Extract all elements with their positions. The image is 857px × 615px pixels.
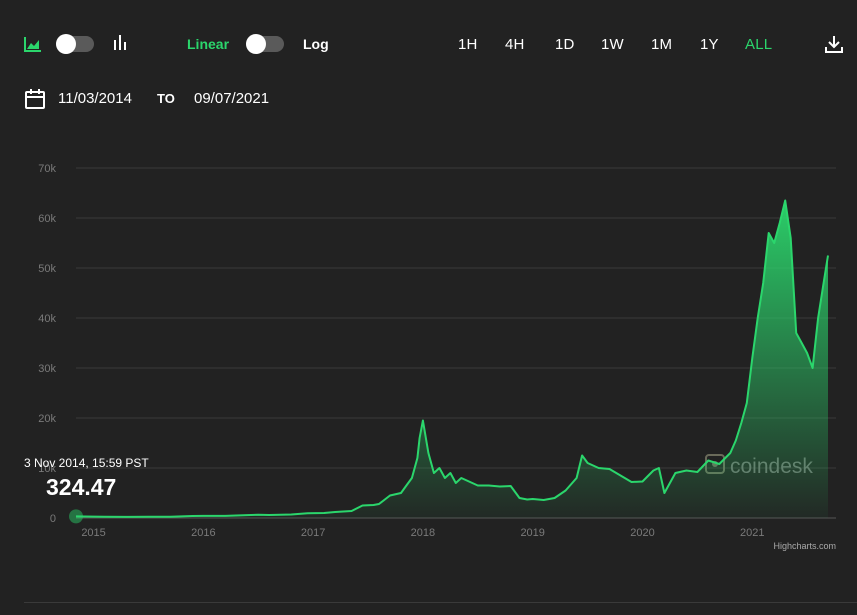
tooltip-price: 324.47 [46,474,117,500]
y-tick-label: 20k [38,413,56,425]
range-4h-button[interactable]: 4H [505,36,525,53]
chart-toolbar: Linear Log 1H 4H 1D 1W 1M 1Y ALL [0,0,857,90]
price-chart[interactable]: 010k20k30k40k50k60k70k 2015 2016 2017 2018 2… [0,140,857,560]
download-icon[interactable] [824,34,844,54]
x-tick-label: 2019 [520,527,544,539]
tooltip-date: 3 Nov 2014, 15:59 PST [24,456,149,470]
y-axis-labels: 010k20k30k40k50k60k70k [38,163,56,525]
price-area [76,200,828,518]
candlestick-chart-icon[interactable] [112,34,128,52]
y-tick-label: 60k [38,213,56,225]
y-tick-label: 30k [38,363,56,375]
date-from[interactable]: 11/03/2014 [58,90,132,107]
credits-text: Highcharts.com [773,541,836,551]
y-tick-label: 0 [50,513,56,525]
x-tick-label: 2018 [411,527,435,539]
y-tick-label: 50k [38,263,56,275]
range-1d-button[interactable]: 1D [555,36,575,53]
y-tick-label: 40k [38,313,56,325]
y-tick-label: 70k [38,163,56,175]
x-tick-label: 2017 [301,527,325,539]
hover-marker [69,509,83,524]
area-chart-icon[interactable] [24,36,42,52]
x-tick-label: 2020 [630,527,654,539]
chart-type-toggle[interactable] [56,34,94,54]
calendar-icon[interactable] [24,88,46,110]
range-1y-button[interactable]: 1Y [700,36,719,53]
x-axis-labels: 2015 2016 2017 2018 2019 2020 2021 [81,527,764,539]
bottom-divider [24,602,857,603]
range-1m-button[interactable]: 1M [651,36,672,53]
range-1w-button[interactable]: 1W [601,36,624,53]
x-tick-label: 2021 [740,527,764,539]
scale-toggle[interactable] [246,34,284,54]
linear-label[interactable]: Linear [187,36,229,52]
range-all-button[interactable]: ALL [745,36,772,53]
x-tick-label: 2016 [191,527,215,539]
x-tick-label: 2015 [81,527,105,539]
log-label[interactable]: Log [303,36,329,52]
chart-type-toggle-knob [56,34,76,54]
range-1h-button[interactable]: 1H [458,36,478,53]
date-to[interactable]: 09/07/2021 [194,90,269,107]
scale-toggle-knob [246,34,266,54]
date-to-label: TO [157,91,175,106]
